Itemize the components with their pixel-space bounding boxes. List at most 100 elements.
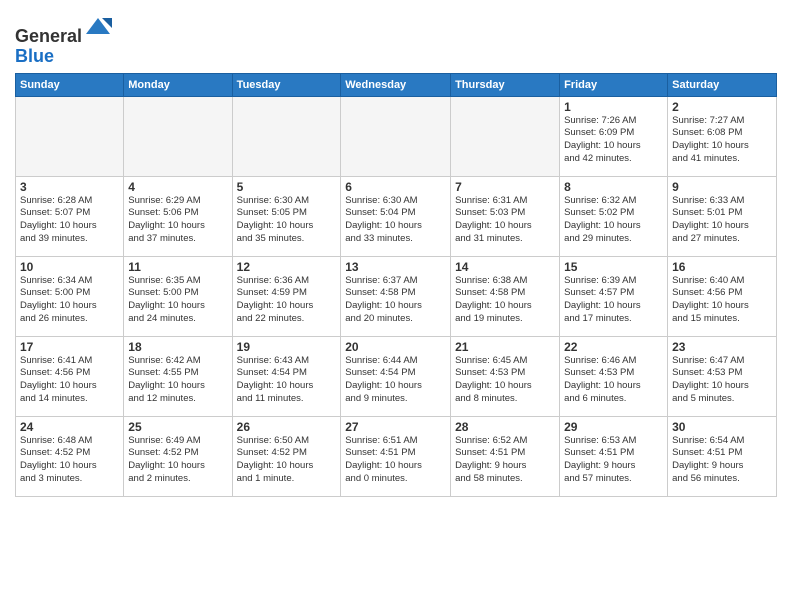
- calendar-cell: [16, 96, 124, 176]
- logo: General Blue: [15, 14, 112, 67]
- calendar-header-saturday: Saturday: [668, 73, 777, 96]
- calendar-cell: 10Sunrise: 6:34 AM Sunset: 5:00 PM Dayli…: [16, 256, 124, 336]
- calendar-week-2: 3Sunrise: 6:28 AM Sunset: 5:07 PM Daylig…: [16, 176, 777, 256]
- day-info: Sunrise: 6:33 AM Sunset: 5:01 PM Dayligh…: [672, 195, 772, 246]
- day-info: Sunrise: 6:45 AM Sunset: 4:53 PM Dayligh…: [455, 355, 555, 406]
- day-number: 22: [564, 340, 663, 354]
- calendar-cell: 15Sunrise: 6:39 AM Sunset: 4:57 PM Dayli…: [560, 256, 668, 336]
- calendar-table: SundayMondayTuesdayWednesdayThursdayFrid…: [15, 73, 777, 497]
- calendar-cell: 19Sunrise: 6:43 AM Sunset: 4:54 PM Dayli…: [232, 336, 341, 416]
- calendar-cell: 24Sunrise: 6:48 AM Sunset: 4:52 PM Dayli…: [16, 416, 124, 496]
- calendar-cell: 25Sunrise: 6:49 AM Sunset: 4:52 PM Dayli…: [124, 416, 232, 496]
- day-number: 23: [672, 340, 772, 354]
- calendar-cell: 17Sunrise: 6:41 AM Sunset: 4:56 PM Dayli…: [16, 336, 124, 416]
- calendar-cell: 16Sunrise: 6:40 AM Sunset: 4:56 PM Dayli…: [668, 256, 777, 336]
- day-info: Sunrise: 6:31 AM Sunset: 5:03 PM Dayligh…: [455, 195, 555, 246]
- calendar-header-friday: Friday: [560, 73, 668, 96]
- calendar-cell: 12Sunrise: 6:36 AM Sunset: 4:59 PM Dayli…: [232, 256, 341, 336]
- calendar-cell: 20Sunrise: 6:44 AM Sunset: 4:54 PM Dayli…: [341, 336, 451, 416]
- day-number: 28: [455, 420, 555, 434]
- calendar-cell: 21Sunrise: 6:45 AM Sunset: 4:53 PM Dayli…: [451, 336, 560, 416]
- calendar-cell: [451, 96, 560, 176]
- day-number: 4: [128, 180, 227, 194]
- calendar-cell: 5Sunrise: 6:30 AM Sunset: 5:05 PM Daylig…: [232, 176, 341, 256]
- calendar-week-1: 1Sunrise: 7:26 AM Sunset: 6:09 PM Daylig…: [16, 96, 777, 176]
- day-number: 6: [345, 180, 446, 194]
- day-info: Sunrise: 6:30 AM Sunset: 5:05 PM Dayligh…: [237, 195, 337, 246]
- day-number: 3: [20, 180, 119, 194]
- calendar-cell: 27Sunrise: 6:51 AM Sunset: 4:51 PM Dayli…: [341, 416, 451, 496]
- day-info: Sunrise: 6:46 AM Sunset: 4:53 PM Dayligh…: [564, 355, 663, 406]
- calendar-header-monday: Monday: [124, 73, 232, 96]
- day-number: 7: [455, 180, 555, 194]
- calendar-cell: 26Sunrise: 6:50 AM Sunset: 4:52 PM Dayli…: [232, 416, 341, 496]
- day-number: 24: [20, 420, 119, 434]
- calendar-cell: 30Sunrise: 6:54 AM Sunset: 4:51 PM Dayli…: [668, 416, 777, 496]
- calendar-header-thursday: Thursday: [451, 73, 560, 96]
- calendar-cell: 6Sunrise: 6:30 AM Sunset: 5:04 PM Daylig…: [341, 176, 451, 256]
- day-number: 2: [672, 100, 772, 114]
- day-info: Sunrise: 6:52 AM Sunset: 4:51 PM Dayligh…: [455, 435, 555, 486]
- calendar-cell: 29Sunrise: 6:53 AM Sunset: 4:51 PM Dayli…: [560, 416, 668, 496]
- logo-icon: [84, 14, 112, 42]
- day-info: Sunrise: 6:43 AM Sunset: 4:54 PM Dayligh…: [237, 355, 337, 406]
- calendar-cell: 8Sunrise: 6:32 AM Sunset: 5:02 PM Daylig…: [560, 176, 668, 256]
- calendar-week-3: 10Sunrise: 6:34 AM Sunset: 5:00 PM Dayli…: [16, 256, 777, 336]
- day-number: 26: [237, 420, 337, 434]
- day-number: 11: [128, 260, 227, 274]
- calendar-cell: 9Sunrise: 6:33 AM Sunset: 5:01 PM Daylig…: [668, 176, 777, 256]
- day-number: 9: [672, 180, 772, 194]
- day-info: Sunrise: 6:39 AM Sunset: 4:57 PM Dayligh…: [564, 275, 663, 326]
- day-number: 18: [128, 340, 227, 354]
- day-number: 12: [237, 260, 337, 274]
- header: General Blue: [15, 10, 777, 67]
- calendar-cell: 14Sunrise: 6:38 AM Sunset: 4:58 PM Dayli…: [451, 256, 560, 336]
- day-info: Sunrise: 6:37 AM Sunset: 4:58 PM Dayligh…: [345, 275, 446, 326]
- main-container: General Blue SundayMondayTuesdayWednesda…: [0, 0, 792, 502]
- day-number: 5: [237, 180, 337, 194]
- day-number: 19: [237, 340, 337, 354]
- calendar-cell: 2Sunrise: 7:27 AM Sunset: 6:08 PM Daylig…: [668, 96, 777, 176]
- day-info: Sunrise: 6:49 AM Sunset: 4:52 PM Dayligh…: [128, 435, 227, 486]
- day-number: 20: [345, 340, 446, 354]
- day-info: Sunrise: 6:53 AM Sunset: 4:51 PM Dayligh…: [564, 435, 663, 486]
- logo-blue: Blue: [15, 46, 54, 66]
- calendar-header-wednesday: Wednesday: [341, 73, 451, 96]
- calendar-cell: 3Sunrise: 6:28 AM Sunset: 5:07 PM Daylig…: [16, 176, 124, 256]
- day-info: Sunrise: 6:40 AM Sunset: 4:56 PM Dayligh…: [672, 275, 772, 326]
- calendar-cell: 7Sunrise: 6:31 AM Sunset: 5:03 PM Daylig…: [451, 176, 560, 256]
- day-info: Sunrise: 7:26 AM Sunset: 6:09 PM Dayligh…: [564, 115, 663, 166]
- calendar-cell: 4Sunrise: 6:29 AM Sunset: 5:06 PM Daylig…: [124, 176, 232, 256]
- day-number: 29: [564, 420, 663, 434]
- day-info: Sunrise: 6:28 AM Sunset: 5:07 PM Dayligh…: [20, 195, 119, 246]
- day-number: 16: [672, 260, 772, 274]
- day-number: 14: [455, 260, 555, 274]
- calendar-header-sunday: Sunday: [16, 73, 124, 96]
- day-info: Sunrise: 6:32 AM Sunset: 5:02 PM Dayligh…: [564, 195, 663, 246]
- calendar-header-tuesday: Tuesday: [232, 73, 341, 96]
- day-info: Sunrise: 6:41 AM Sunset: 4:56 PM Dayligh…: [20, 355, 119, 406]
- day-number: 13: [345, 260, 446, 274]
- day-number: 8: [564, 180, 663, 194]
- day-info: Sunrise: 6:34 AM Sunset: 5:00 PM Dayligh…: [20, 275, 119, 326]
- day-info: Sunrise: 6:30 AM Sunset: 5:04 PM Dayligh…: [345, 195, 446, 246]
- day-number: 17: [20, 340, 119, 354]
- calendar-cell: 23Sunrise: 6:47 AM Sunset: 4:53 PM Dayli…: [668, 336, 777, 416]
- day-info: Sunrise: 6:29 AM Sunset: 5:06 PM Dayligh…: [128, 195, 227, 246]
- calendar-cell: 11Sunrise: 6:35 AM Sunset: 5:00 PM Dayli…: [124, 256, 232, 336]
- day-info: Sunrise: 6:44 AM Sunset: 4:54 PM Dayligh…: [345, 355, 446, 406]
- day-info: Sunrise: 7:27 AM Sunset: 6:08 PM Dayligh…: [672, 115, 772, 166]
- day-info: Sunrise: 6:51 AM Sunset: 4:51 PM Dayligh…: [345, 435, 446, 486]
- calendar-header-row: SundayMondayTuesdayWednesdayThursdayFrid…: [16, 73, 777, 96]
- day-number: 25: [128, 420, 227, 434]
- day-number: 15: [564, 260, 663, 274]
- day-number: 30: [672, 420, 772, 434]
- calendar-cell: [341, 96, 451, 176]
- day-number: 27: [345, 420, 446, 434]
- day-number: 21: [455, 340, 555, 354]
- logo-general: General: [15, 26, 82, 46]
- day-info: Sunrise: 6:38 AM Sunset: 4:58 PM Dayligh…: [455, 275, 555, 326]
- day-info: Sunrise: 6:54 AM Sunset: 4:51 PM Dayligh…: [672, 435, 772, 486]
- calendar-week-5: 24Sunrise: 6:48 AM Sunset: 4:52 PM Dayli…: [16, 416, 777, 496]
- day-number: 10: [20, 260, 119, 274]
